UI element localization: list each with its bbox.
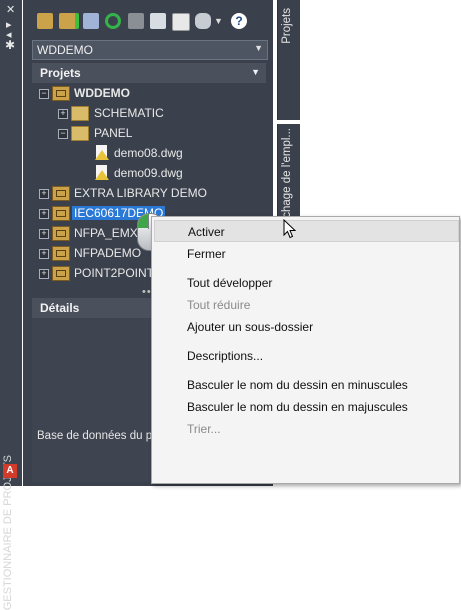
- tab-location-view-label: chage de l'empl...: [281, 128, 293, 218]
- context-menu: Activer Fermer Tout développer Tout rédu…: [151, 216, 460, 484]
- publish-icon[interactable]: [172, 13, 190, 31]
- menu-item-label: Ajouter un sous-dossier: [187, 320, 314, 334]
- projects-section-header[interactable]: Projets ▼: [32, 63, 266, 83]
- autocad-logo: A: [3, 464, 17, 478]
- expand-icon[interactable]: +: [39, 189, 49, 199]
- menu-item-label: Descriptions...: [187, 349, 264, 363]
- menu-item-minuscules[interactable]: Basculer le nom du dessin en minuscules: [154, 374, 457, 394]
- project-icon: [52, 246, 70, 261]
- tree-item-label: demo08.dwg: [114, 146, 183, 160]
- project-select-value: WDDEMO: [37, 43, 93, 57]
- details-section-title: Détails: [40, 301, 80, 315]
- chevron-down-icon[interactable]: ▼: [254, 43, 263, 53]
- tab-projets-label: Projets: [281, 8, 293, 44]
- tree-item-label: PANEL: [94, 126, 133, 140]
- tab-projets[interactable]: Projets: [277, 0, 300, 120]
- chevron-down-icon[interactable]: ▼: [251, 67, 260, 77]
- menu-item-label: Activer: [188, 225, 225, 239]
- project-icon: [52, 86, 70, 101]
- update-icon[interactable]: [150, 13, 166, 29]
- project-icon: [52, 266, 70, 281]
- chevron-down-icon[interactable]: ▼: [214, 16, 224, 32]
- tree-item-label: POINT2POINT: [74, 266, 155, 280]
- palette-title-bar: ✕ ▸ ◂ ✱ GESTIONNAIRE DE PROJETS A: [0, 0, 22, 610]
- pointer-icon: [283, 219, 297, 239]
- menu-item-tout-reduire: Tout réduire: [154, 294, 457, 314]
- collapse-icon[interactable]: −: [58, 129, 68, 139]
- menu-item-label: Trier...: [187, 422, 221, 436]
- menu-item-label: Basculer le nom du dessin en majuscules: [187, 400, 408, 414]
- tree-item-label: demo09.dwg: [114, 166, 183, 180]
- project-icon: [52, 186, 70, 201]
- close-icon[interactable]: ✕: [6, 3, 15, 16]
- menu-item-label: Fermer: [187, 247, 226, 261]
- project-select[interactable]: WDDEMO ▼: [32, 40, 268, 60]
- menu-item-label: Tout développer: [187, 276, 273, 290]
- tree-item[interactable]: demo09.dwg: [32, 164, 266, 182]
- menu-item-label: Basculer le nom du dessin en minuscules: [187, 378, 408, 392]
- folder-icon: [71, 126, 89, 141]
- drawing-list-icon[interactable]: [128, 13, 144, 29]
- project-icon: [52, 206, 70, 221]
- folder-icon: [71, 106, 89, 121]
- tree-item-label: NFPADEMO: [74, 246, 142, 260]
- drawing-icon: [95, 165, 109, 180]
- help-icon[interactable]: ?: [231, 13, 247, 29]
- menu-item-trier: Trier...: [154, 418, 457, 438]
- new-project-icon[interactable]: [59, 13, 79, 29]
- menu-item-majuscules[interactable]: Basculer le nom du dessin en majuscules: [154, 396, 457, 416]
- expand-icon[interactable]: +: [39, 249, 49, 259]
- tab-location-view[interactable]: chage de l'empl...: [277, 124, 300, 220]
- refresh-icon[interactable]: [105, 13, 121, 29]
- menu-item-ajouter-sous-dossier[interactable]: Ajouter un sous-dossier: [154, 316, 457, 336]
- tree-item-label: WDDEMO: [74, 86, 130, 100]
- tree-item[interactable]: − WDDEMO: [32, 84, 266, 102]
- tree-item[interactable]: − PANEL: [32, 124, 266, 142]
- tree-item[interactable]: + SCHEMATIC: [32, 104, 266, 122]
- details-status-text: Base de données du p: [37, 430, 153, 442]
- tree-item-label: EXTRA LIBRARY DEMO: [74, 186, 207, 200]
- open-project-icon[interactable]: [37, 13, 53, 29]
- project-icon: [52, 226, 70, 241]
- tree-item[interactable]: + EXTRA LIBRARY DEMO: [32, 184, 266, 202]
- expand-icon[interactable]: +: [39, 229, 49, 239]
- menu-item-fermer[interactable]: Fermer: [154, 243, 457, 263]
- tree-item-label: SCHEMATIC: [94, 106, 164, 120]
- expand-icon[interactable]: +: [58, 109, 68, 119]
- toolbar: ▼ ?: [33, 10, 273, 34]
- pin-icon[interactable]: ▸ ◂: [6, 20, 12, 41]
- plot-icon[interactable]: [195, 13, 211, 29]
- palette-title: GESTIONNAIRE DE PROJETS: [2, 455, 14, 610]
- drawing-icon: [95, 145, 109, 160]
- gear-icon[interactable]: ✱: [5, 38, 15, 52]
- menu-item-label: Tout réduire: [187, 298, 251, 312]
- collapse-icon[interactable]: −: [39, 89, 49, 99]
- expand-icon[interactable]: +: [39, 209, 49, 219]
- menu-item-descriptions[interactable]: Descriptions...: [154, 345, 457, 365]
- expand-icon[interactable]: +: [39, 269, 49, 279]
- menu-item-activer[interactable]: Activer: [154, 220, 459, 242]
- projects-section-title: Projets: [40, 66, 81, 80]
- tree-item[interactable]: demo08.dwg: [32, 144, 266, 162]
- project-properties-icon[interactable]: [83, 13, 99, 29]
- menu-item-tout-developper[interactable]: Tout développer: [154, 272, 457, 292]
